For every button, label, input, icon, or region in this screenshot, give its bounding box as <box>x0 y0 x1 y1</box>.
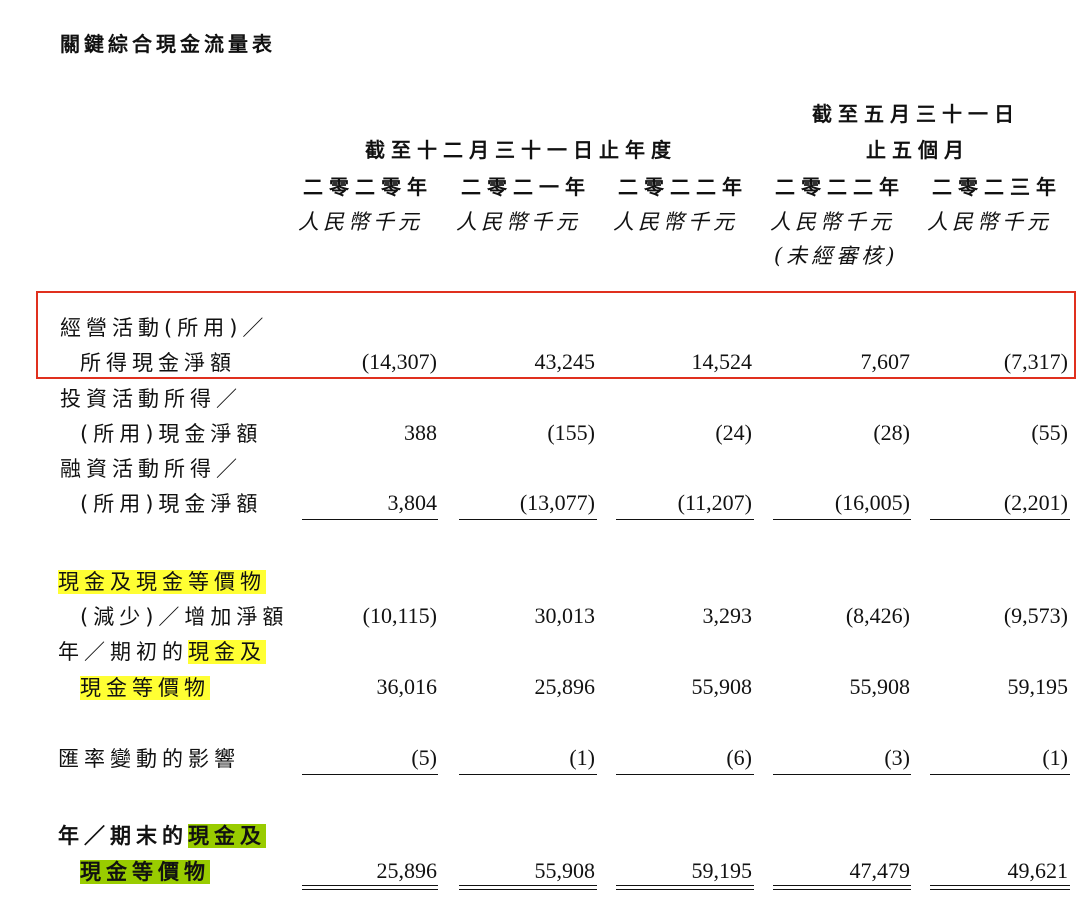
row-fx-value: (5) <box>411 745 437 770</box>
row-closing-label1: 年／期末的現金及 <box>58 820 266 850</box>
year-header-1: 二零二零年 <box>303 175 433 199</box>
total-double-rule <box>302 889 438 890</box>
row-investing-value: (155) <box>547 420 595 445</box>
row-financing-value: (11,207) <box>677 490 752 515</box>
row-net-change-value: (10,115) <box>362 603 437 628</box>
row-operating-value: (7,317) <box>1003 349 1068 374</box>
subtotal-rule <box>616 774 754 775</box>
total-double-rule <box>930 885 1070 886</box>
unit-label-5: 人民幣千元 <box>927 210 1052 234</box>
row-investing-value: 388 <box>404 420 437 445</box>
row-opening-value: 59,195 <box>1007 674 1069 699</box>
row-opening-value: 55,908 <box>691 674 753 699</box>
unit-label-2: 人民幣千元 <box>456 210 581 234</box>
row-financing-label2: (所用)現金淨額 <box>80 492 263 516</box>
row-financing-value: (2,201) <box>1003 490 1068 515</box>
unit-label-4: 人民幣千元 <box>770 210 895 234</box>
row-net-change-value: 30,013 <box>534 603 596 628</box>
row-investing-label2: (所用)現金淨額 <box>80 422 263 446</box>
row-closing-value: 55,908 <box>534 858 596 883</box>
row-financing-label1: 融資活動所得／ <box>60 457 242 481</box>
row-financing-value: 3,804 <box>387 490 438 515</box>
row-net-change-label1: 現金及現金等價物 <box>58 566 266 596</box>
subtotal-rule <box>773 519 911 520</box>
row-fx-value: (3) <box>884 745 910 770</box>
row-opening-label1a: 年／期初的 <box>58 640 188 664</box>
highlighted-text: 現金等價物 <box>80 676 210 700</box>
subtotal-rule <box>773 774 911 775</box>
row-investing-value: (28) <box>873 420 910 445</box>
total-double-rule <box>302 885 438 886</box>
subtotal-rule <box>930 519 1070 520</box>
row-investing-label1: 投資活動所得／ <box>60 387 242 411</box>
year-header-3: 二零二二年 <box>618 175 748 199</box>
row-operating-value: 14,524 <box>691 349 753 374</box>
row-operating-label1: 經營活動(所用)／ <box>60 316 269 340</box>
row-opening-label2: 現金等價物 <box>80 672 210 702</box>
five-month-header-line2: 止五個月 <box>866 138 970 162</box>
row-fx-value: (6) <box>726 745 752 770</box>
row-opening-label1: 年／期初的現金及 <box>58 636 266 666</box>
row-financing-value: (16,005) <box>834 490 910 515</box>
row-net-change-value: (8,426) <box>845 603 910 628</box>
row-closing-label2: 現金等價物 <box>80 856 210 886</box>
year-header-4: 二零二二年 <box>775 175 905 199</box>
row-net-change-value: 3,293 <box>702 603 753 628</box>
subtotal-rule <box>459 519 597 520</box>
five-month-header-line1: 截至五月三十一日 <box>812 102 1020 126</box>
row-opening-value: 55,908 <box>849 674 911 699</box>
row-closing-value: 59,195 <box>691 858 753 883</box>
row-financing-value: (13,077) <box>519 490 595 515</box>
row-closing-value: 49,621 <box>1007 858 1069 883</box>
highlighted-text: 現金及 <box>188 640 266 664</box>
total-double-rule <box>773 885 911 886</box>
highlighted-text: 現金及 <box>188 824 266 848</box>
total-double-rule <box>616 889 754 890</box>
row-closing-value: 25,896 <box>376 858 438 883</box>
total-double-rule <box>616 885 754 886</box>
total-double-rule <box>459 885 597 886</box>
subtotal-rule <box>930 774 1070 775</box>
subtotal-rule <box>616 519 754 520</box>
total-double-rule <box>459 889 597 890</box>
row-closing-label1a: 年／期末的 <box>58 824 188 848</box>
row-operating-value: 7,607 <box>860 349 911 374</box>
row-operating-value: 43,245 <box>534 349 596 374</box>
row-operating-label2: 所得現金淨額 <box>80 351 236 375</box>
row-closing-value: 47,479 <box>849 858 911 883</box>
row-fx-value: (1) <box>569 745 595 770</box>
row-investing-value: (24) <box>715 420 752 445</box>
subtotal-rule <box>302 519 438 520</box>
row-fx-label: 匯率變動的影響 <box>58 747 240 771</box>
row-operating-value: (14,307) <box>361 349 437 374</box>
highlighted-text: 現金等價物 <box>80 860 210 884</box>
row-net-change-value: (9,573) <box>1003 603 1068 628</box>
row-opening-value: 36,016 <box>376 674 438 699</box>
subtotal-rule <box>459 774 597 775</box>
total-double-rule <box>773 889 911 890</box>
highlighted-text: 現金及現金等價物 <box>58 570 266 594</box>
page-title: 關鍵綜合現金流量表 <box>60 32 276 56</box>
unit-label-3: 人民幣千元 <box>613 210 738 234</box>
unit-label-1: 人民幣千元 <box>298 210 423 234</box>
year-group-header: 截至十二月三十一日止年度 <box>365 138 677 162</box>
row-fx-value: (1) <box>1042 745 1068 770</box>
subtotal-rule <box>302 774 438 775</box>
row-investing-value: (55) <box>1031 420 1068 445</box>
unaudited-label: (未經審核) <box>774 244 899 268</box>
year-header-5: 二零二三年 <box>932 175 1062 199</box>
row-net-change-label2: (減少)／增加淨額 <box>80 605 289 629</box>
row-opening-value: 25,896 <box>534 674 596 699</box>
total-double-rule <box>930 889 1070 890</box>
year-header-2: 二零二一年 <box>461 175 591 199</box>
